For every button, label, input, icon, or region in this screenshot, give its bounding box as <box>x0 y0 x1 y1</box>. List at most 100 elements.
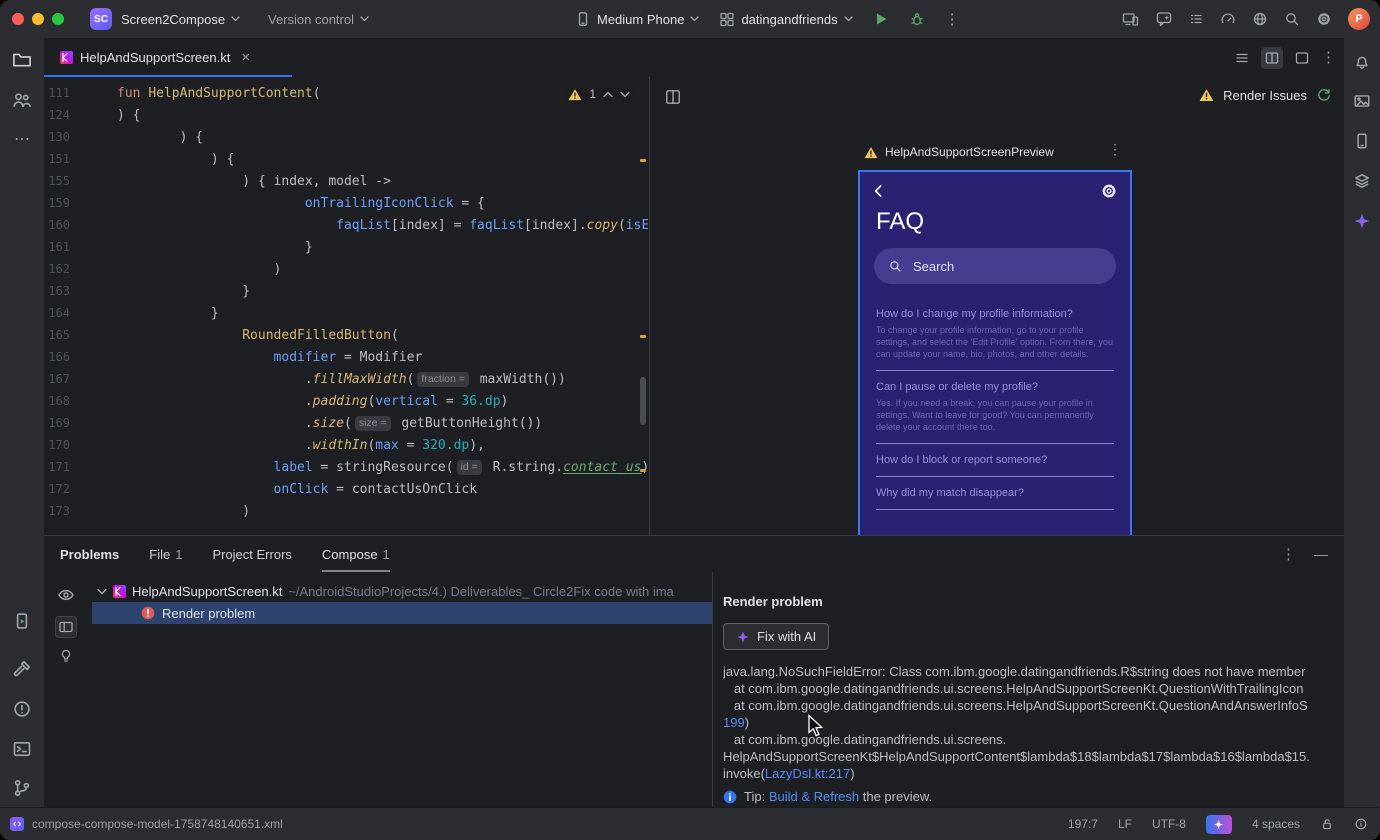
compose-preview-phone[interactable]: FAQ Search How do I change my profile in… <box>858 170 1132 535</box>
code-editor[interactable]: 111 fun HelpAndSupportContent(124) {130 )… <box>44 77 648 535</box>
code-line-168[interactable]: 168 .padding(vertical = 36.dp) <box>44 390 648 412</box>
inspections-info-icon[interactable] <box>1354 817 1368 831</box>
minimize-window-button[interactable] <box>32 13 44 25</box>
tab-helpandsupportscreen-kt[interactable]: HelpAndSupportScreen.kt × <box>44 38 292 78</box>
code-line-130[interactable]: 130 ) { <box>44 126 648 148</box>
line-number[interactable]: 160 <box>44 214 70 236</box>
tip-link[interactable]: Build & Refresh <box>769 789 859 804</box>
code-lines[interactable]: 111 fun HelpAndSupportContent(124) {130 )… <box>44 77 648 535</box>
user-avatar[interactable]: P <box>1348 8 1370 30</box>
zoom-window-button[interactable] <box>52 13 64 25</box>
split-view-icon[interactable] <box>1261 46 1283 69</box>
quickfix-bulb-icon[interactable] <box>58 648 74 664</box>
render-issues-label[interactable]: Render Issues <box>1223 88 1307 103</box>
code-line-111[interactable]: 111 fun HelpAndSupportContent( <box>44 82 648 104</box>
problems-options-icon[interactable]: ⋮ <box>1281 547 1296 562</box>
stack-link[interactable]: 199 <box>723 715 745 730</box>
debug-button[interactable] <box>909 11 925 27</box>
code-line-173[interactable]: 173 ) <box>44 500 648 522</box>
lock-icon[interactable] <box>1320 817 1334 831</box>
device-mirroring-icon[interactable] <box>1122 11 1140 27</box>
line-number[interactable]: 167 <box>44 368 70 390</box>
notifications-bell-icon[interactable] <box>1353 52 1371 70</box>
panel-layout-icon[interactable] <box>55 616 77 638</box>
code-line-167[interactable]: 167 .fillMaxWidth(fraction = maxWidth()) <box>44 368 648 390</box>
line-number[interactable]: 163 <box>44 280 70 302</box>
preview-card-header[interactable]: HelpAndSupportScreenPreview <box>864 145 1054 159</box>
close-tab-icon[interactable]: × <box>241 49 250 66</box>
file-encoding[interactable]: UTF-8 <box>1152 817 1186 831</box>
tree-error-row-selected[interactable]: Render problem <box>92 602 712 624</box>
line-number[interactable]: 124 <box>44 104 70 126</box>
settings-gear-icon[interactable] <box>1316 11 1332 27</box>
code-line-171[interactable]: 171 label = stringResource(id = R.string… <box>44 456 648 478</box>
code-line-164[interactable]: 164 } <box>44 302 648 324</box>
line-separator[interactable]: LF <box>1118 817 1132 831</box>
chevron-down-icon[interactable] <box>97 588 107 595</box>
line-number[interactable]: 130 <box>44 126 70 148</box>
project-selector[interactable]: Screen2Compose <box>121 0 240 38</box>
problems-tree[interactable]: HelpAndSupportScreen.kt ~/AndroidStudioP… <box>88 572 712 808</box>
line-number[interactable]: 162 <box>44 258 70 280</box>
close-window-button[interactable] <box>12 13 24 25</box>
stack-link[interactable]: LazyDsl.kt:217 <box>765 766 850 781</box>
layers-icon[interactable] <box>1353 172 1371 190</box>
device-selector[interactable]: Medium Phone <box>575 0 700 38</box>
editor-options-icon[interactable]: ⋮ <box>1321 50 1336 65</box>
code-line-155[interactable]: 155 ) { index, model -> <box>44 170 648 192</box>
next-problem-icon[interactable] <box>620 91 630 98</box>
project-tool-icon[interactable] <box>12 50 32 70</box>
line-number[interactable]: 111 <box>44 82 70 104</box>
tab-compose[interactable]: Compose 1 <box>321 536 390 572</box>
line-number[interactable]: 151 <box>44 148 70 170</box>
code-line-124[interactable]: 124) { <box>44 104 648 126</box>
network-globe-icon[interactable] <box>1252 11 1268 27</box>
terminal-icon[interactable] <box>12 739 32 759</box>
line-number[interactable]: 170 <box>44 434 70 456</box>
more-tool-windows-icon[interactable]: ⋯ <box>14 132 30 148</box>
line-number[interactable]: 173 <box>44 500 70 522</box>
caret-position[interactable]: 197:7 <box>1068 817 1098 831</box>
build-hammer-icon[interactable] <box>12 659 32 679</box>
version-control-menu[interactable]: Version control <box>268 0 369 38</box>
design-view-icon[interactable] <box>1291 47 1313 69</box>
code-line-165[interactable]: 165 RoundedFilledButton( <box>44 324 648 346</box>
search-icon[interactable] <box>1284 11 1300 27</box>
line-number[interactable]: 168 <box>44 390 70 412</box>
run-button[interactable] <box>873 11 889 27</box>
code-line-170[interactable]: 170 .widthIn(max = 320.dp), <box>44 434 648 456</box>
code-line-172[interactable]: 172 onClick = contactUsOnClick <box>44 478 648 500</box>
tab-file[interactable]: File 1 <box>149 536 182 572</box>
preview-eye-icon[interactable] <box>57 586 75 604</box>
line-number[interactable]: 159 <box>44 192 70 214</box>
device-manager-icon[interactable] <box>1353 132 1371 150</box>
code-line-169[interactable]: 169 .size(size = getButtonHeight()) <box>44 412 648 434</box>
ai-assistant-icon[interactable] <box>1205 814 1232 834</box>
code-line-162[interactable]: 162 ) <box>44 258 648 280</box>
code-line-161[interactable]: 161 } <box>44 236 648 258</box>
gemini-ai-icon[interactable] <box>1353 212 1371 230</box>
warning-stripe-mark[interactable] <box>640 335 646 338</box>
tab-project-errors[interactable]: Project Errors <box>212 536 291 572</box>
warning-stripe-mark[interactable] <box>640 159 646 162</box>
refresh-preview-icon[interactable] <box>1316 87 1332 103</box>
tree-file-row[interactable]: HelpAndSupportScreen.kt ~/AndroidStudioP… <box>88 580 712 602</box>
preview-menu-icon[interactable]: ⋮ <box>1108 141 1122 158</box>
resource-manager-icon[interactable] <box>1353 92 1371 110</box>
task-list-icon[interactable] <box>1188 11 1204 27</box>
running-devices-icon[interactable] <box>12 611 32 631</box>
line-number[interactable]: 155 <box>44 170 70 192</box>
warning-stripe-mark[interactable] <box>640 469 646 472</box>
code-line-166[interactable]: 166 modifier = Modifier <box>44 346 648 368</box>
status-file[interactable]: compose-compose-model-1758748140651.xml <box>10 808 283 840</box>
code-line-163[interactable]: 163 } <box>44 280 648 302</box>
git-branch-icon[interactable] <box>12 778 32 798</box>
editor-scrollbar[interactable] <box>640 377 646 425</box>
line-number[interactable]: 171 <box>44 456 70 478</box>
run-configuration-selector[interactable]: datingandfriends <box>719 0 853 38</box>
profiler-icon[interactable] <box>1220 11 1236 27</box>
inspections-widget[interactable]: 1 <box>564 85 634 103</box>
collaborators-icon[interactable] <box>12 90 32 110</box>
line-number[interactable]: 172 <box>44 478 70 500</box>
fix-with-ai-button[interactable]: Fix with AI <box>723 623 830 650</box>
